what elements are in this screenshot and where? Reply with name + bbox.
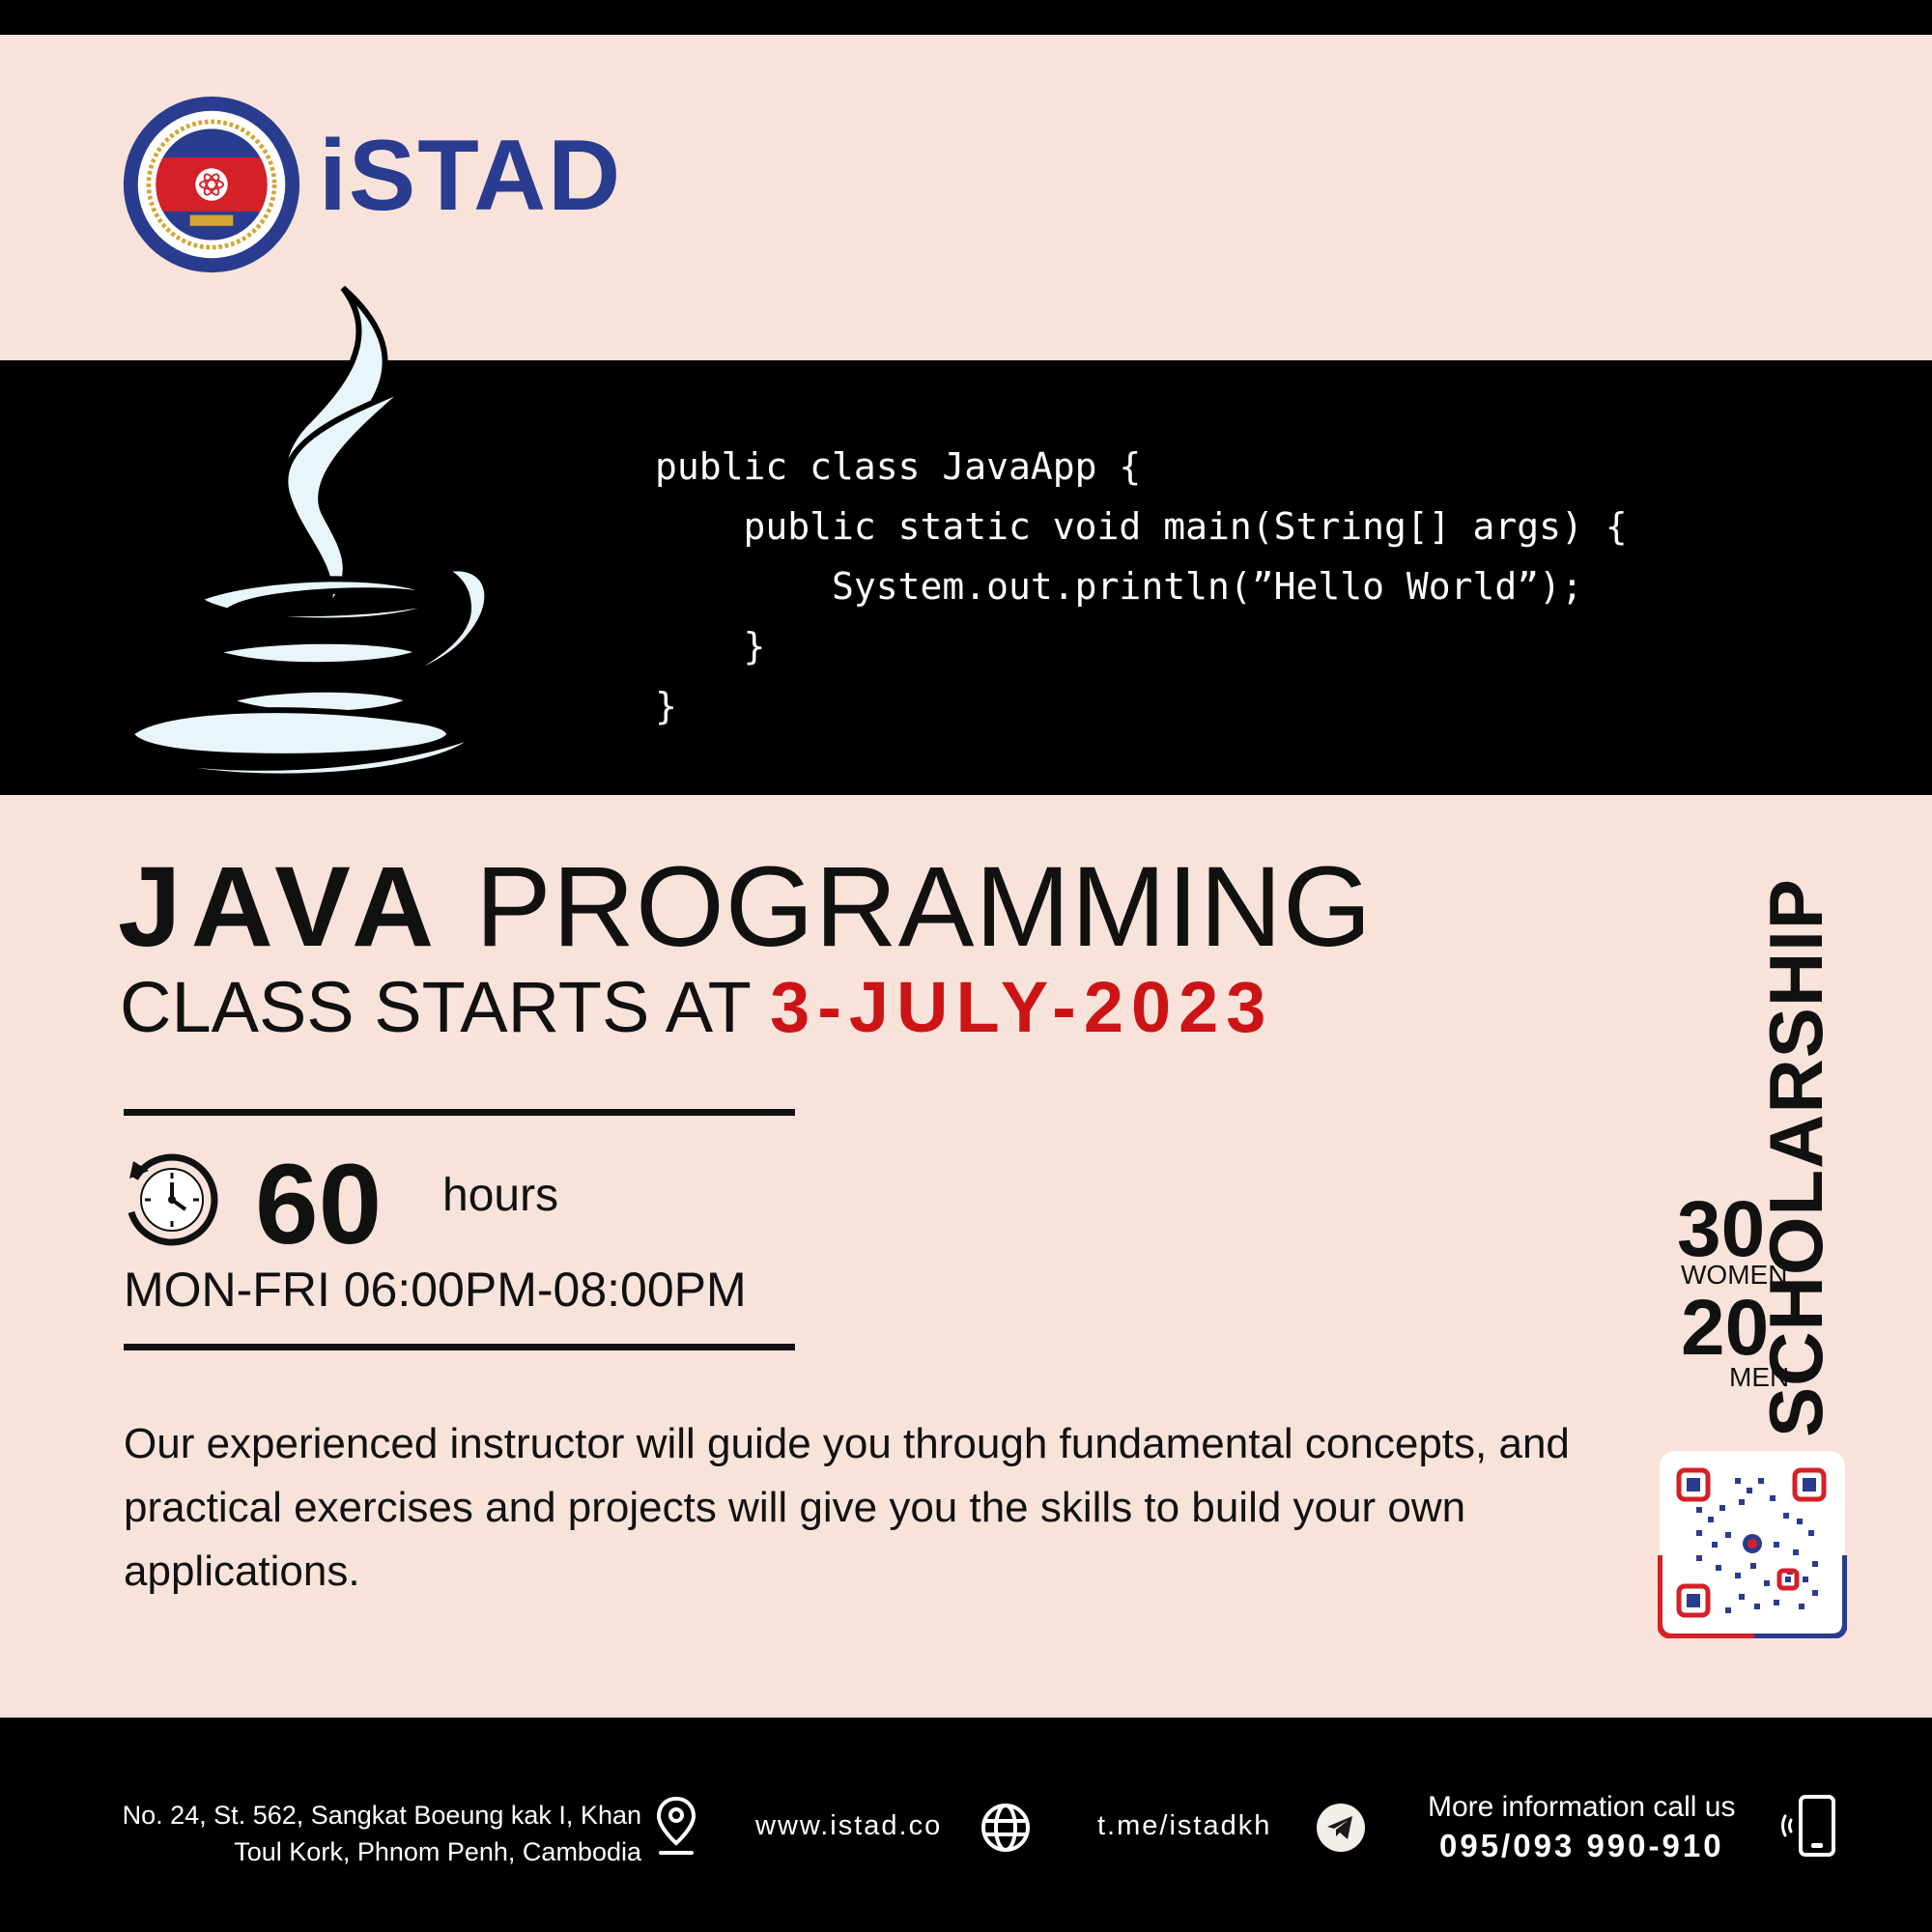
hours-unit: hours: [442, 1170, 559, 1221]
java-cup-icon: [127, 285, 491, 780]
phone-number[interactable]: 095/093 990-910: [1439, 1830, 1724, 1861]
footer: No. 24, St. 562, Sangkat Boeung kak I, K…: [0, 1718, 1932, 1932]
divider-bottom: [124, 1344, 795, 1350]
address: No. 24, St. 562, Sangkat Boeung kak I, K…: [123, 1797, 641, 1870]
course-title-rest: PROGRAMMING: [475, 843, 1373, 971]
course-description: Our experienced instructor will guide yo…: [124, 1420, 1570, 1595]
code-line: }: [655, 685, 677, 727]
class-start: CLASS STARTS AT 3-JULY-2023: [120, 972, 1273, 1043]
qr-code[interactable]: [1658, 1449, 1847, 1638]
women-scholarship-count: 30: [1677, 1185, 1766, 1273]
class-start-label: CLASS STARTS AT: [120, 967, 751, 1047]
class-start-date: 3-JULY-2023: [770, 967, 1274, 1047]
website-link[interactable]: www.istad.co: [755, 1810, 942, 1842]
code-line: public class JavaApp {: [655, 445, 1142, 488]
course-title-bold: JAVA: [118, 843, 444, 971]
hours-count: 60: [255, 1141, 383, 1268]
course-title: JAVA PROGRAMMING: [118, 850, 1373, 964]
code-line: }: [655, 625, 766, 668]
code-line: System.out.println(”Hello World”);: [655, 565, 1583, 608]
call-label: More information call us: [1428, 1791, 1736, 1823]
location-pin-icon: [656, 1796, 696, 1855]
divider-top: [124, 1109, 795, 1116]
address-line-1: No. 24, St. 562, Sangkat Boeung kak I, K…: [122, 1801, 641, 1830]
istad-seal-logo: [123, 96, 300, 273]
telegram-link[interactable]: t.me/istadkh: [1097, 1810, 1271, 1842]
code-line: public static void main(String[] args) {: [655, 505, 1628, 548]
globe-icon: [981, 1804, 1030, 1852]
men-label: MEN: [1729, 1362, 1790, 1392]
code-snippet: public class JavaApp { public static voi…: [655, 437, 1628, 736]
telegram-icon: [1317, 1804, 1365, 1852]
brand-name: iSTAD: [319, 120, 623, 232]
men-scholarship-count: 20: [1681, 1284, 1770, 1372]
clock-icon: [126, 1153, 218, 1246]
class-schedule: MON-FRI 06:00PM-08:00PM: [124, 1263, 747, 1317]
phone-icon: [1781, 1795, 1835, 1857]
address-line-2: Toul Kork, Phnom Penh, Cambodia: [234, 1837, 641, 1866]
top-bar: [0, 0, 1932, 35]
